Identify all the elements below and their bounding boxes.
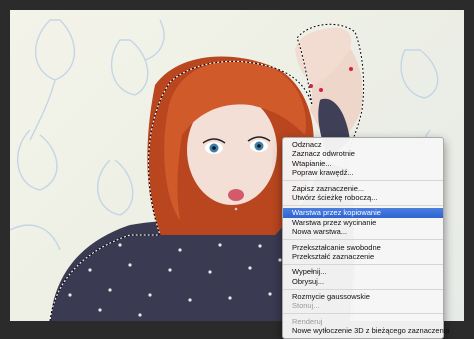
menu-item-warstwa-przez-kopiowanie[interactable]: Warstwa przez kopiowanie bbox=[283, 208, 443, 218]
menu-item-wypelnij[interactable]: Wypełnij... bbox=[283, 267, 443, 276]
menu-item-zapisz-zaznaczenie[interactable]: Zapisz zaznaczenie... bbox=[283, 184, 443, 193]
menu-item-popraw-krawedz[interactable]: Popraw krawędź... bbox=[283, 168, 443, 177]
menu-separator bbox=[283, 313, 443, 315]
menu-item-wtapianie[interactable]: Wtapianie... bbox=[283, 159, 443, 168]
menu-item-stonuj: Stonuj... bbox=[292, 301, 320, 311]
lips bbox=[228, 189, 244, 201]
menu-separator bbox=[283, 204, 443, 206]
menu-separator bbox=[283, 180, 443, 182]
menu-separator bbox=[283, 288, 443, 290]
menu-item-warstwa-przez-wycinanie[interactable]: Warstwa przez wycinanie bbox=[283, 218, 443, 227]
menu-item-przeksztalc-zaznaczenie[interactable]: Przekształć zaznaczenie bbox=[283, 252, 443, 261]
menu-separator bbox=[283, 239, 443, 241]
menu-item-odznacz[interactable]: Odznacz bbox=[283, 140, 443, 149]
menu-item-utworz-sciezke-robocza[interactable]: Utwórz ścieżkę roboczą... bbox=[283, 193, 443, 202]
menu-separator bbox=[283, 263, 443, 265]
menu-item-renderuj: Renderuj bbox=[292, 316, 323, 326]
menu-item-przeksztalcanie-swobodne[interactable]: Przekształcanie swobodne bbox=[283, 243, 443, 252]
menu-item-rozmycie-gaussowskie[interactable]: Rozmycie gaussowskie bbox=[283, 292, 443, 301]
menu-item-zaznacz-odwrotnie[interactable]: Zaznacz odwrotnie bbox=[283, 149, 443, 158]
context-menu[interactable]: Odznacz Zaznacz odwrotnie Wtapianie... Popr… bbox=[282, 137, 450, 339]
menu-item-obrysuj[interactable]: Obrysuj... bbox=[283, 277, 443, 286]
menu-item-nowa-warstwa[interactable]: Nowa warstwa... bbox=[283, 227, 443, 236]
